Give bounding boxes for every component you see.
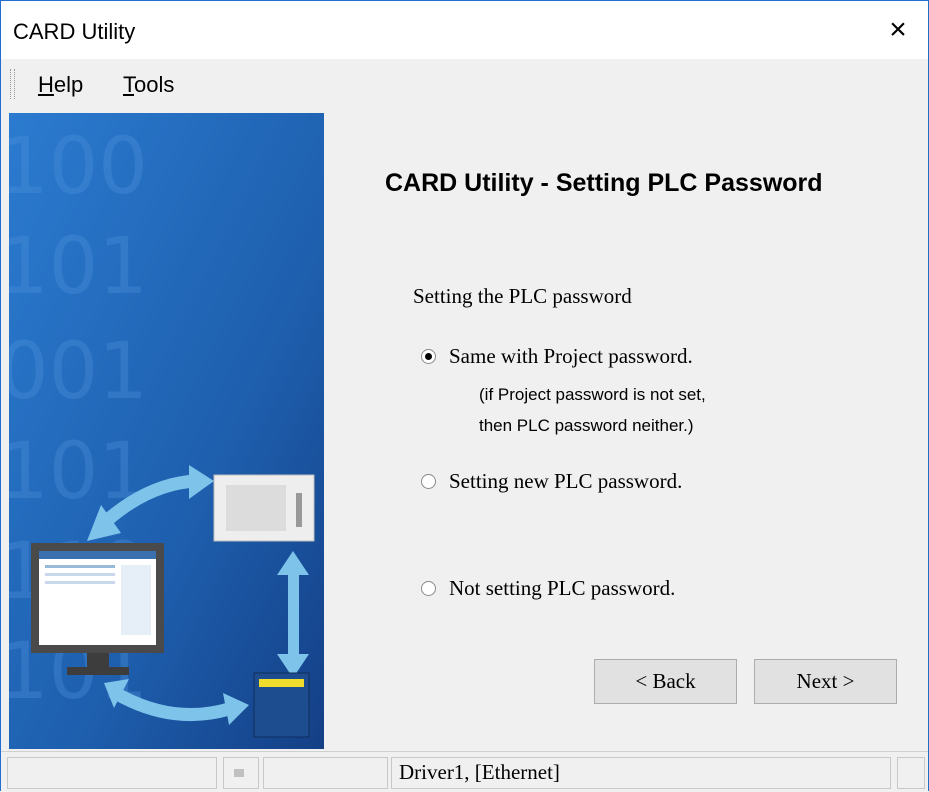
status-cell-3 <box>263 757 388 789</box>
radio-same-as-project[interactable] <box>421 349 436 364</box>
next-button[interactable]: Next > <box>754 659 897 704</box>
title-bar: CARD Utility × <box>1 1 928 59</box>
menu-bar: Help Tools <box>1 59 928 109</box>
option-same-as-project-label: Same with Project password. <box>449 344 693 368</box>
close-icon: × <box>889 13 907 46</box>
next-button-label: Next > <box>796 669 855 693</box>
password-group-label: Setting the PLC password <box>413 284 632 308</box>
back-button-label: < Back <box>635 669 696 693</box>
card-utility-window: CARD Utility × Help Tools 100 101 001 10… <box>0 0 929 792</box>
option-same-as-project[interactable]: Same with Project password. <box>421 344 693 369</box>
option-no-password-label: Not setting PLC password. <box>449 576 676 600</box>
project-password-note-line-2: then PLC password neither.) <box>479 416 694 435</box>
radio-no-password[interactable] <box>421 581 436 596</box>
close-button[interactable]: × <box>868 1 928 59</box>
window-title: CARD Utility <box>13 19 136 44</box>
radio-new-password[interactable] <box>421 474 436 489</box>
menu-help[interactable]: Help <box>38 72 83 98</box>
page-title: CARD Utility - Setting PLC Password <box>385 169 823 197</box>
option-new-password-label: Setting new PLC password. <box>449 469 683 493</box>
svg-text:001: 001 <box>9 327 148 417</box>
driver-status-text: Driver1, [Ethernet] <box>399 760 560 784</box>
svg-text:101: 101 <box>9 222 148 312</box>
wizard-content: CARD Utility - Setting PLC Password Sett… <box>331 113 928 749</box>
status-indicator-icon <box>234 769 244 777</box>
back-button[interactable]: < Back <box>594 659 737 704</box>
status-bar: Driver1, [Ethernet] <box>1 751 928 792</box>
svg-text:100: 100 <box>9 122 148 212</box>
project-password-note-line-1: (if Project password is not set, <box>479 385 706 404</box>
option-no-password[interactable]: Not setting PLC password. <box>421 576 675 601</box>
wizard-illustration: 100 101 001 101 110 101 <box>9 113 324 749</box>
option-new-password[interactable]: Setting new PLC password. <box>421 469 682 494</box>
menu-tools-label: Tools <box>123 72 175 97</box>
menu-grip <box>10 69 15 99</box>
status-cell-end <box>897 757 925 789</box>
menu-help-label: Help <box>38 72 84 97</box>
status-cell-1 <box>7 757 217 789</box>
menu-tools[interactable]: Tools <box>123 72 174 98</box>
menu-mnemonic-letter: H <box>38 72 54 97</box>
menu-mnemonic-letter: T <box>123 72 134 97</box>
